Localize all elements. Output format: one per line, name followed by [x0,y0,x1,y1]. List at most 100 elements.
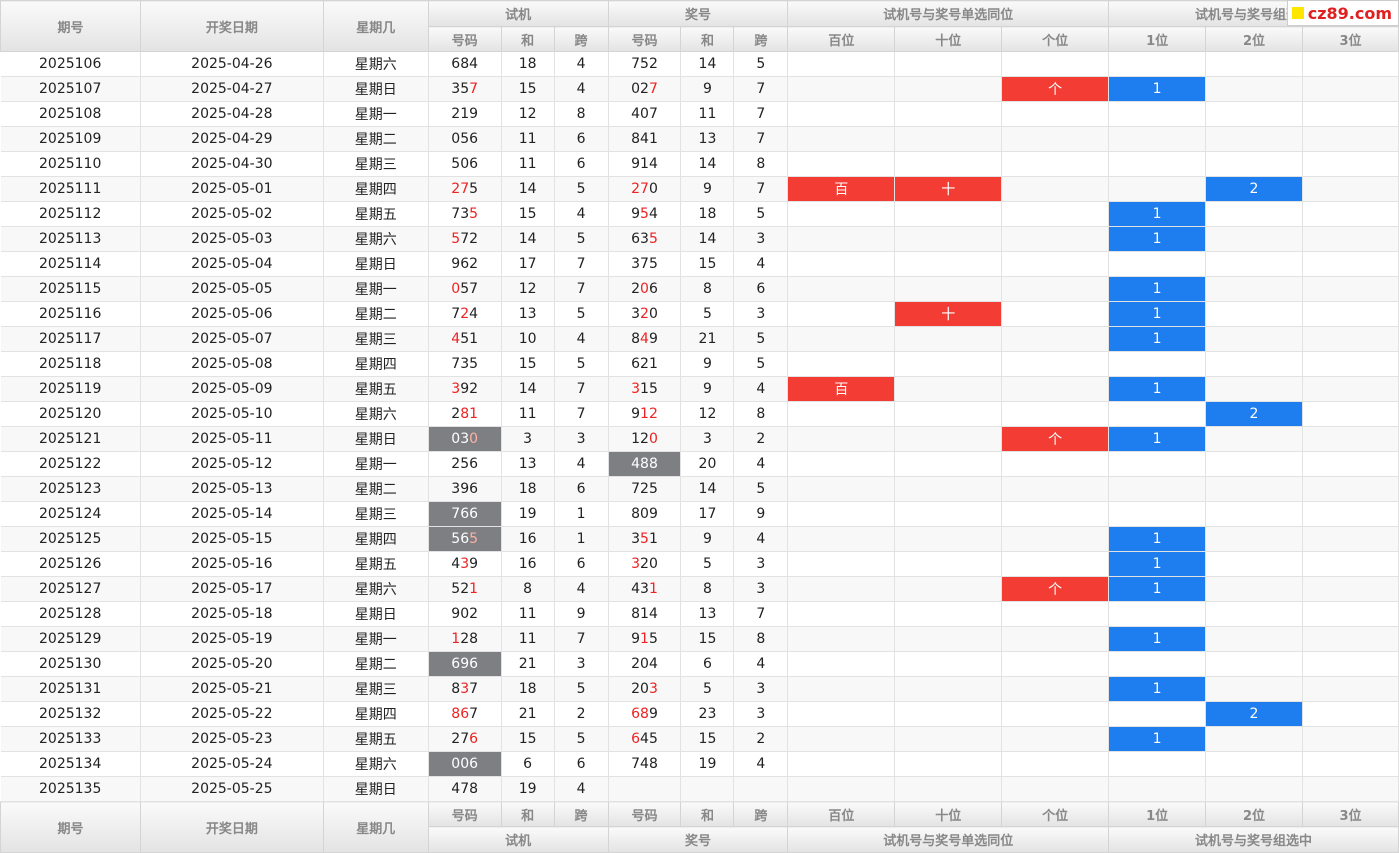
issue-cell: 2025133 [0,726,141,752]
test-number-cell: 735 [428,201,502,227]
weekday-cell: 星期二 [323,301,429,327]
digit: 4 [648,656,658,672]
group-pos3-cell [1302,626,1399,652]
win-number-cell: 841 [607,126,682,152]
header-tens: 十位 [894,26,1003,52]
test-span-cell: 1 [554,501,609,527]
digit: 3 [460,431,470,447]
table-row: 2025132 2025-05-22 星期四 867 21 2 689 23 3 2 [0,701,1399,727]
test-sum-cell: 15 [501,76,555,102]
date-cell: 2025-05-10 [140,401,324,427]
test-span-cell: 7 [554,276,609,302]
tens-match-cell [894,376,1003,402]
group-pos3-cell [1302,726,1399,752]
table-header: 期号 开奖日期 星期几 试机 奖号 试机号与奖号单选同位 试机号与奖号组选中 号… [0,0,1399,52]
win-sum-cell: 13 [680,126,735,152]
win-span-cell [733,776,789,802]
test-span-cell: 6 [554,551,609,577]
group-pos2-cell [1205,776,1303,802]
digit: 6 [469,656,479,672]
win-sum-cell: 6 [680,651,735,677]
win-number-cell: 204 [607,651,682,677]
win-sum-cell: 14 [680,151,735,177]
weekday-cell: 星期日 [323,776,429,802]
ones-match-cell [1001,301,1110,327]
hundreds-match-cell [787,226,896,252]
table-row: 2025127 2025-05-17 星期六 521 8 4 431 8 3 个 1 [0,576,1399,602]
digit: 1 [451,631,461,647]
group-pos1-cell [1108,451,1207,477]
win-number-cell: 206 [607,276,682,302]
digit: 3 [451,481,461,497]
digit: 3 [460,356,470,372]
test-span-cell: 5 [554,176,609,202]
test-sum-cell: 14 [501,376,555,402]
tens-match-cell [894,751,1003,777]
group-pos1-cell: 1 [1108,726,1207,752]
date-cell: 2025-05-03 [140,226,324,252]
footer-pos1: 1位 [1108,801,1207,827]
weekday-cell: 星期日 [323,601,429,627]
weekday-cell: 星期日 [323,251,429,277]
group-pos3-cell [1302,176,1399,202]
date-cell: 2025-05-13 [140,476,324,502]
test-number-cell: 565 [428,526,502,552]
table-row: 2025117 2025-05-07 星期三 451 10 4 849 21 5 1 [0,326,1399,352]
site-logo[interactable]: cz89.com [1286,0,1399,26]
header-win-group: 奖号 [607,0,789,27]
digit: 7 [469,681,479,697]
test-span-cell: 4 [554,201,609,227]
issue-cell: 2025110 [0,151,141,177]
weekday-cell: 星期五 [323,551,429,577]
footer-tens: 十位 [894,801,1003,827]
hundreds-match-cell [787,276,896,302]
digit: 5 [451,581,461,597]
win-sum-cell: 12 [680,401,735,427]
test-span-cell: 4 [554,76,609,102]
footer-pos3: 3位 [1301,801,1399,827]
win-number-cell: 814 [607,601,682,627]
tens-match-cell [894,526,1003,552]
table-row: 2025121 2025-05-11 星期日 030 3 3 120 3 2 个 1 [0,426,1399,452]
group-pos3-cell [1302,126,1399,152]
test-sum-cell: 19 [501,501,555,527]
weekday-cell: 星期五 [323,726,429,752]
win-span-cell: 4 [733,526,789,552]
issue-cell: 2025126 [0,551,141,577]
group-pos2-cell [1205,126,1303,152]
tens-match-cell [894,326,1003,352]
group-pos3-cell [1302,501,1399,527]
header-hundreds: 百位 [787,26,896,52]
digit: 0 [640,106,649,122]
weekday-cell: 星期一 [323,276,429,302]
ones-match-cell [1001,226,1110,252]
digit: 1 [631,431,641,447]
digit: 5 [648,231,658,247]
test-span-cell: 6 [554,476,609,502]
date-cell: 2025-05-02 [140,201,324,227]
digit: 2 [640,356,649,372]
tens-match-cell [894,651,1003,677]
test-sum-cell: 11 [501,626,555,652]
digit: 7 [631,481,641,497]
win-number-cell: 320 [607,551,682,577]
header-date[interactable]: 开奖日期 [139,0,324,52]
test-span-cell: 4 [554,451,609,477]
header-weekday[interactable]: 星期几 [322,0,429,52]
date-cell: 2025-05-12 [140,451,324,477]
digit: 5 [648,731,658,747]
win-number-cell: 809 [607,501,682,527]
win-sum-cell [680,776,735,802]
header-issue[interactable]: 期号 [0,0,141,52]
table-row: 2025106 2025-04-26 星期六 684 18 4 752 14 5 [0,51,1399,77]
hundreds-match-cell [787,76,896,102]
table-row: 2025111 2025-05-01 星期四 275 14 5 270 9 7 百十 2 [0,176,1399,202]
group-pos1-cell: 1 [1108,201,1207,227]
group-pos3-cell [1302,551,1399,577]
test-sum-cell: 8 [501,576,555,602]
ones-match-cell [1001,601,1110,627]
hundreds-match-cell [787,326,896,352]
digit: 7 [648,81,658,97]
digit: 6 [460,256,470,272]
table-row: 2025110 2025-04-30 星期三 506 11 6 914 14 8 [0,151,1399,177]
